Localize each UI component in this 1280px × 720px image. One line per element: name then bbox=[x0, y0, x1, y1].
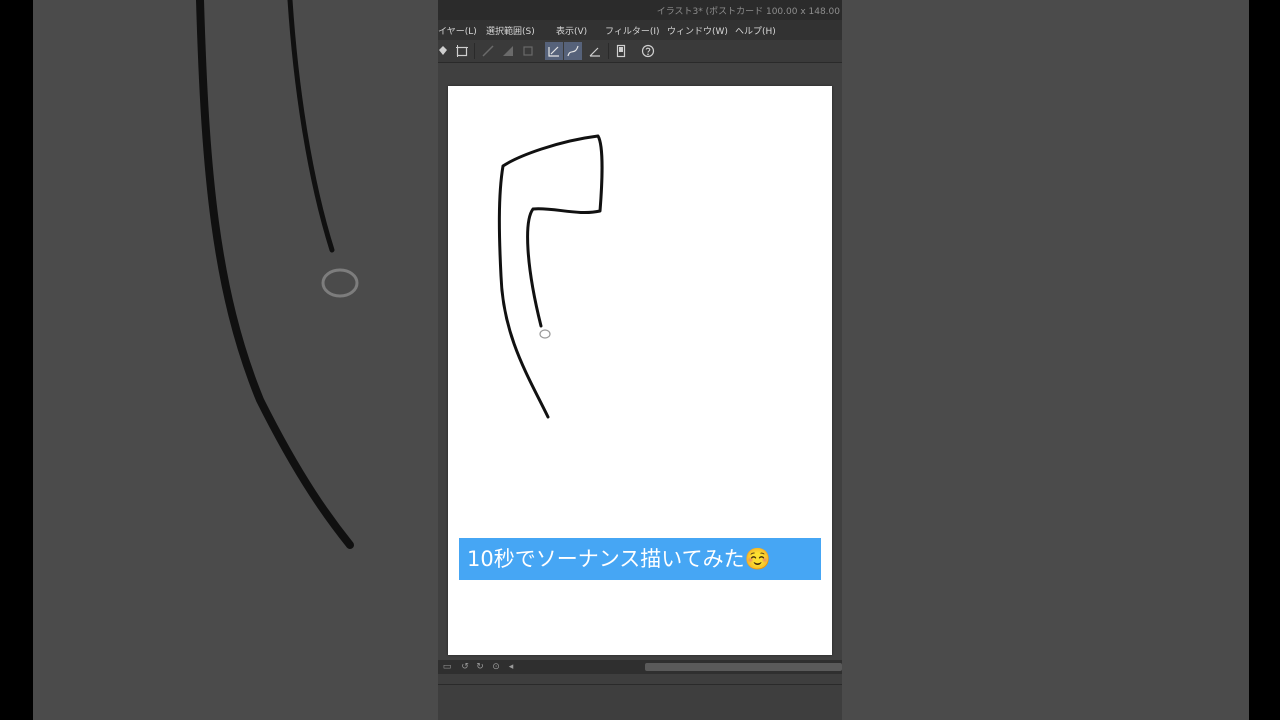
window-title: イラスト3* (ポストカード 100.00 x 148.00 bbox=[656, 7, 840, 17]
toolbar-separator bbox=[608, 43, 609, 59]
video-caption: 10秒でソーナンス描いてみた☺️ bbox=[459, 538, 821, 580]
canvas-nav-icon[interactable]: ▭ bbox=[442, 662, 452, 672]
menu-filter[interactable]: フィルター(I) bbox=[605, 24, 660, 37]
menu-layer[interactable]: イヤー(L) bbox=[438, 24, 477, 37]
blurred-stroke-zoom bbox=[196, 0, 359, 549]
pen-stroke-icon[interactable] bbox=[545, 42, 563, 60]
status-bar: ▭ ↺ ↻ ⊙ ◂ bbox=[438, 660, 842, 674]
fill-icon[interactable] bbox=[438, 42, 452, 60]
rotate-left-icon[interactable]: ↺ bbox=[460, 662, 470, 672]
menu-bar: イヤー(L) 選択範囲(S) 表示(V) フィルター(I) ウィンドウ(W) ヘ… bbox=[438, 20, 842, 40]
flip-icon[interactable]: ◂ bbox=[506, 662, 516, 672]
brush-cursor bbox=[539, 329, 551, 339]
blurred-background-left bbox=[0, 0, 438, 720]
menu-view[interactable]: 表示(V) bbox=[556, 24, 587, 37]
paint-app-window: イラスト3* (ポストカード 100.00 x 148.00 イヤー(L) 選択… bbox=[438, 0, 842, 720]
panel-divider bbox=[438, 684, 842, 685]
angle-ruler-icon[interactable] bbox=[586, 42, 604, 60]
snap-special-icon[interactable] bbox=[519, 42, 537, 60]
toolbar-separator bbox=[474, 43, 475, 59]
blurred-background-right bbox=[842, 0, 1280, 720]
horizontal-scrollbar[interactable] bbox=[645, 663, 842, 671]
reset-view-icon[interactable]: ⊙ bbox=[491, 662, 501, 672]
device-icon[interactable] bbox=[612, 42, 630, 60]
snap-ruler-icon[interactable] bbox=[479, 42, 497, 60]
menu-selection[interactable]: 選択範囲(S) bbox=[486, 24, 535, 37]
command-bar bbox=[438, 40, 842, 63]
snap-grid-icon[interactable] bbox=[499, 42, 517, 60]
transform-icon[interactable] bbox=[453, 42, 471, 60]
canvas-area[interactable]: 10秒でソーナンス描いてみた☺️ bbox=[438, 63, 842, 663]
rotate-right-icon[interactable]: ↻ bbox=[475, 662, 485, 672]
bottom-panel bbox=[438, 674, 842, 720]
menu-help[interactable]: ヘルプ(H) bbox=[735, 24, 776, 37]
menu-window[interactable]: ウィンドウ(W) bbox=[667, 24, 728, 37]
letterbox-left bbox=[0, 0, 33, 720]
curve-stroke-icon[interactable] bbox=[564, 42, 582, 60]
drawing-paper[interactable]: 10秒でソーナンス描いてみた☺️ bbox=[448, 86, 832, 655]
letterbox-right bbox=[1249, 0, 1280, 720]
title-bar: イラスト3* (ポストカード 100.00 x 148.00 bbox=[438, 0, 842, 20]
help-icon[interactable] bbox=[639, 42, 657, 60]
